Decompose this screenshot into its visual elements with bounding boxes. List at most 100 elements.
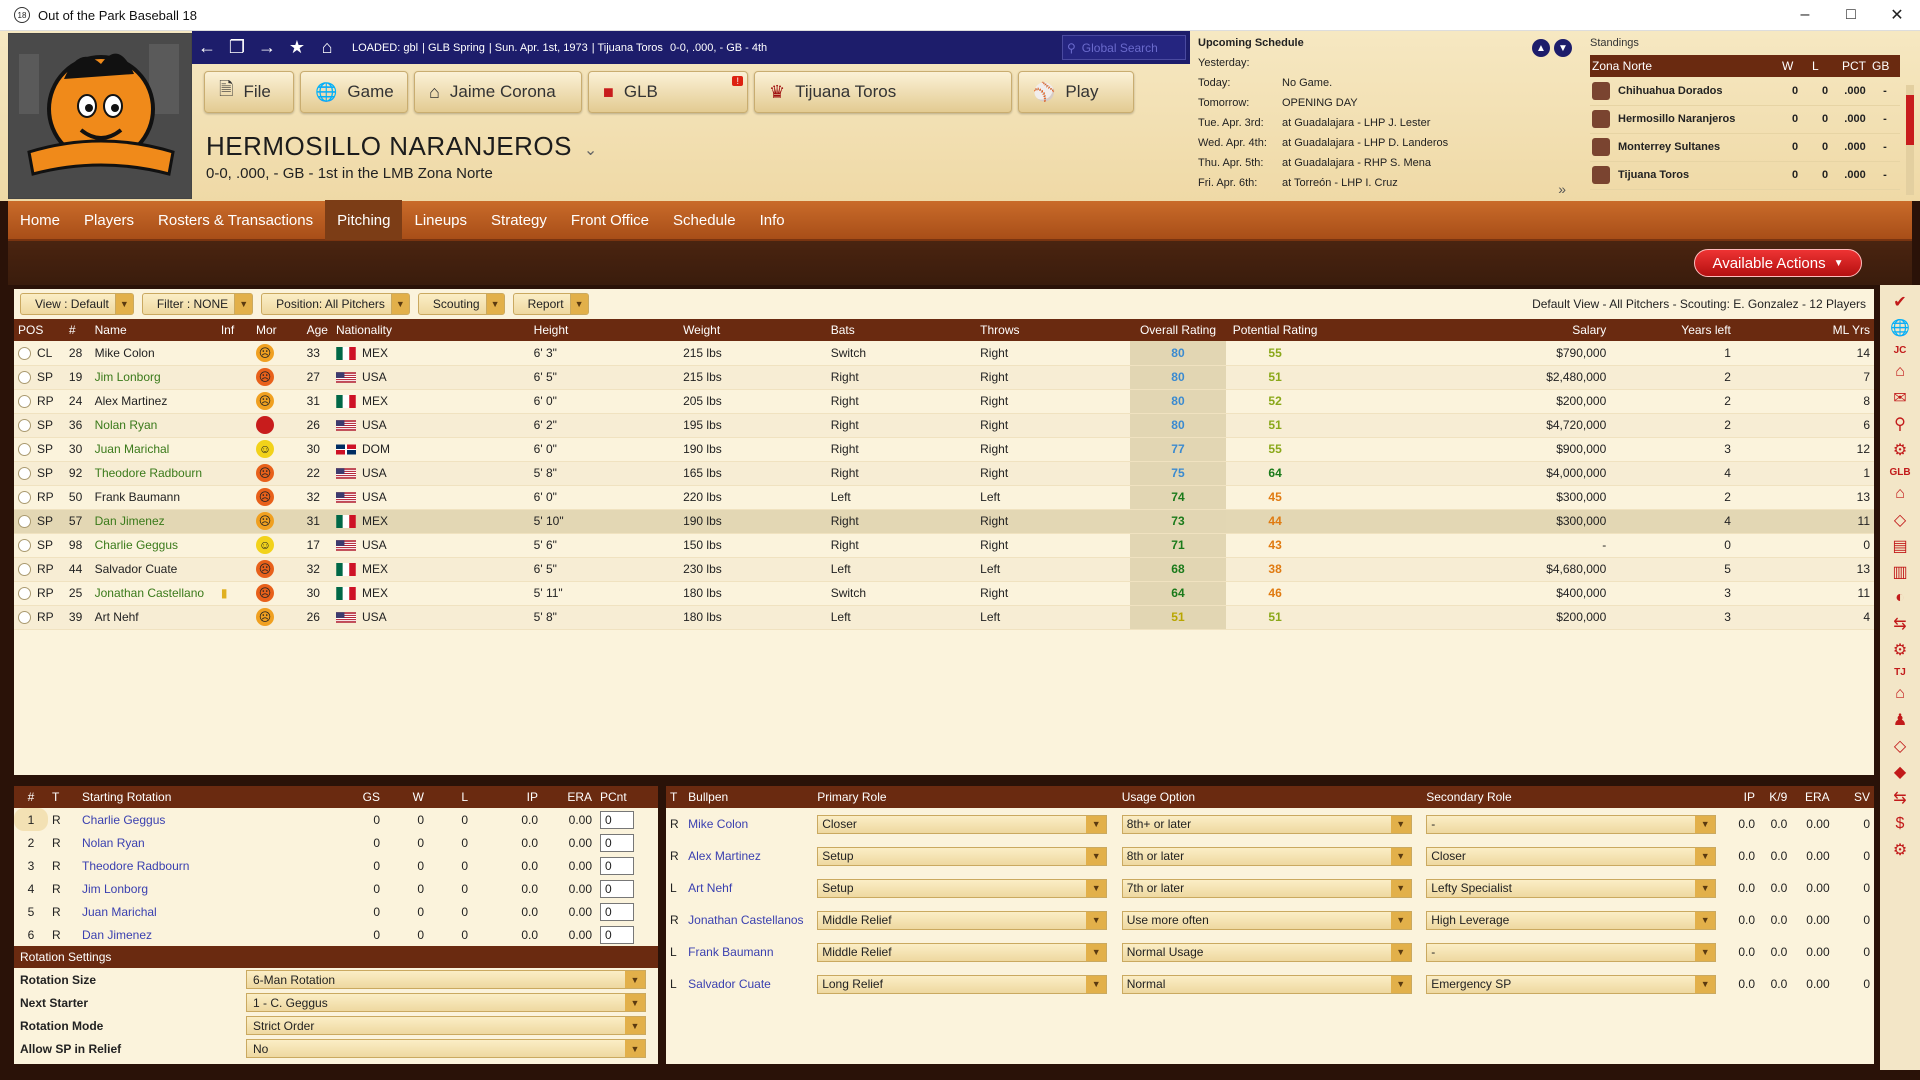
- usage-option-dropdown[interactable]: Use more often ▼: [1121, 910, 1412, 930]
- mail-icon[interactable]: ✉: [1880, 385, 1920, 411]
- roster-icon[interactable]: ♟: [1880, 707, 1920, 733]
- row-select-radio[interactable]: [18, 346, 31, 360]
- table-row[interactable]: RP 50 Frank Baumann ☹ 32 USA 6' 0" 220 lbs Left L…: [14, 485, 1874, 510]
- schedule-game[interactable]: No Game.: [1282, 77, 1332, 89]
- standings-row[interactable]: Chihuahua Dorados 0 0.000-: [1590, 77, 1900, 106]
- row-select-radio[interactable]: [18, 611, 31, 625]
- pitch-count-input[interactable]: 0: [600, 810, 634, 829]
- reliever-name[interactable]: Jonathan Castellanos: [684, 904, 813, 936]
- rotation-row[interactable]: 4 R Jim Lonborg 0 0 0 0.0 0.00 0: [14, 877, 658, 900]
- setting-dropdown[interactable]: 1 - C. Geggus ▼: [246, 993, 646, 1012]
- table-row[interactable]: SP 19 Jim Lonborg ☹ 27 USA 6' 5" 215 lbs Right Ri…: [14, 365, 1874, 390]
- schedule-game[interactable]: at Torreón - LHP I. Cruz: [1282, 177, 1398, 189]
- reliever-name[interactable]: Alex Martinez: [684, 840, 813, 872]
- home-icon[interactable]: ⌂: [1880, 681, 1920, 707]
- bullpen-row[interactable]: L Frank Baumann Middle Relief ▼ Normal Usage…: [666, 936, 1874, 968]
- rotation-row[interactable]: 5 R Juan Marichal 0 0 0 0.0 0.00 0: [14, 900, 658, 923]
- scrollbar[interactable]: [1906, 85, 1914, 195]
- player-name[interactable]: Jonathan Castellano: [90, 581, 217, 606]
- copy-icon[interactable]: ❐: [222, 33, 252, 63]
- schedule-game[interactable]: at Guadalajara - LHP D. Landeros: [1282, 137, 1448, 149]
- primary-role-dropdown[interactable]: Middle Relief ▼: [817, 910, 1108, 930]
- bullpen-row[interactable]: L Salvador Cuate Long Relief ▼ Normal ▼ Emerge…: [666, 968, 1874, 1000]
- tab-home[interactable]: Home: [8, 200, 72, 240]
- menu-game-button[interactable]: 🌐 Game: [300, 71, 408, 113]
- col-header[interactable]: Years left: [1610, 319, 1735, 341]
- back-icon[interactable]: ←: [192, 33, 222, 63]
- col-header[interactable]: Weight: [679, 319, 827, 341]
- setting-dropdown[interactable]: Strict Order ▼: [246, 1016, 646, 1035]
- chevron-down-icon[interactable]: ⌄: [584, 142, 598, 159]
- tab-pitching[interactable]: Pitching: [325, 200, 403, 240]
- player-name[interactable]: Dan Jimenez: [90, 509, 217, 534]
- row-select-radio[interactable]: [18, 587, 31, 601]
- col-header[interactable]: IP: [472, 786, 542, 808]
- check-icon[interactable]: ✔: [1880, 289, 1920, 315]
- table-row[interactable]: CL 28 Mike Colon ☹ 33 MEX 6' 3" 215 lbs Switch Ri…: [14, 341, 1874, 366]
- cap-icon[interactable]: ◐: [1880, 585, 1920, 611]
- pitch-count-input[interactable]: 0: [600, 902, 634, 921]
- primary-role-dropdown[interactable]: Closer ▼: [817, 814, 1108, 834]
- pitcher-name[interactable]: Theodore Radbourn: [78, 854, 334, 877]
- schedule-game[interactable]: at Guadalajara - LHP J. Lester: [1282, 117, 1430, 129]
- col-header[interactable]: Usage Option: [1117, 786, 1423, 808]
- col-header[interactable]: #: [14, 786, 48, 808]
- pitch-count-input[interactable]: 0: [600, 925, 634, 944]
- col-header[interactable]: ERA: [1791, 786, 1834, 808]
- chart-icon[interactable]: ▥: [1880, 559, 1920, 585]
- standings-row[interactable]: Tijuana Toros 0 0.000-: [1590, 161, 1900, 190]
- col-header[interactable]: Throws: [976, 319, 1130, 341]
- player-name[interactable]: Mike Colon: [90, 341, 217, 366]
- col-header[interactable]: Potential Rating: [1226, 319, 1324, 341]
- available-actions-button[interactable]: Available Actions ▼: [1694, 249, 1862, 277]
- row-select-radio[interactable]: [18, 395, 31, 409]
- table-row[interactable]: SP 30 Juan Marichal ☺ 30 DOM 6' 0" 190 lbs Right…: [14, 437, 1874, 462]
- row-select-radio[interactable]: [18, 371, 31, 385]
- col-header[interactable]: ML Yrs: [1734, 319, 1874, 341]
- col-header[interactable]: ERA: [542, 786, 596, 808]
- pitcher-name[interactable]: Charlie Geggus: [78, 808, 334, 831]
- filter-dropdown[interactable]: Report ▼: [512, 293, 589, 315]
- reliever-name[interactable]: Art Nehf: [684, 872, 813, 904]
- schedule-game[interactable]: at Guadalajara - RHP S. Mena: [1282, 157, 1431, 169]
- close-icon[interactable]: ✕: [1874, 0, 1920, 30]
- col-header[interactable]: GS: [334, 786, 384, 808]
- table-row[interactable]: RP 39 Art Nehf ☹ 26 USA 5' 8" 180 lbs Left Left 51…: [14, 605, 1874, 630]
- table-row[interactable]: SP 98 Charlie Geggus ☺ 17 USA 5' 6" 150 lbs Righ…: [14, 533, 1874, 558]
- player-name[interactable]: Theodore Radbourn: [90, 461, 217, 486]
- transfer-icon[interactable]: ⇆: [1880, 785, 1920, 811]
- player-name[interactable]: Charlie Geggus: [90, 533, 217, 558]
- col-header[interactable]: Age: [302, 319, 332, 341]
- usage-option-dropdown[interactable]: 7th or later ▼: [1121, 878, 1412, 898]
- col-header[interactable]: Primary Role: [813, 786, 1118, 808]
- schedule-game[interactable]: OPENING DAY: [1282, 97, 1358, 109]
- diamond-icon[interactable]: ◇: [1880, 733, 1920, 759]
- primary-role-dropdown[interactable]: Setup ▼: [817, 846, 1108, 866]
- col-header[interactable]: Inf: [216, 319, 252, 341]
- forward-icon[interactable]: →: [252, 33, 282, 63]
- bullpen-row[interactable]: L Art Nehf Setup ▼ 7th or later ▼ Lefty Specia…: [666, 872, 1874, 904]
- table-row[interactable]: RP 25 Jonathan Castellano ▮ ☹ 30 MEX 5' 11" 180 …: [14, 581, 1874, 606]
- col-header[interactable]: Nationality: [331, 319, 530, 341]
- col-header[interactable]: L: [428, 786, 472, 808]
- expand-icon[interactable]: »: [1558, 181, 1566, 197]
- usage-option-dropdown[interactable]: Normal Usage ▼: [1121, 942, 1412, 962]
- primary-role-dropdown[interactable]: Long Relief ▼: [817, 974, 1108, 994]
- reliever-name[interactable]: Mike Colon: [684, 808, 813, 840]
- primary-role-dropdown[interactable]: Middle Relief ▼: [817, 942, 1108, 962]
- player-name[interactable]: Jim Lonborg: [90, 365, 217, 390]
- player-name[interactable]: Alex Martinez: [90, 389, 217, 414]
- tab-schedule[interactable]: Schedule: [661, 200, 748, 240]
- maximize-icon[interactable]: □: [1828, 0, 1874, 30]
- pitcher-name[interactable]: Jim Lonborg: [78, 877, 334, 900]
- col-header[interactable]: W: [384, 786, 428, 808]
- usage-option-dropdown[interactable]: Normal ▼: [1121, 974, 1412, 994]
- rotation-row[interactable]: 2 R Nolan Ryan 0 0 0 0.0 0.00 0: [14, 831, 658, 854]
- col-header[interactable]: PCnt: [596, 786, 658, 808]
- filter-dropdown[interactable]: Scouting ▼: [417, 293, 505, 315]
- reliever-name[interactable]: Salvador Cuate: [684, 968, 813, 1000]
- rotation-row[interactable]: 3 R Theodore Radbourn 0 0 0 0.0 0.00 0: [14, 854, 658, 877]
- setting-dropdown[interactable]: No ▼: [246, 1039, 646, 1058]
- secondary-role-dropdown[interactable]: Lefty Specialist ▼: [1426, 878, 1717, 898]
- tab-lineups[interactable]: Lineups: [402, 200, 479, 240]
